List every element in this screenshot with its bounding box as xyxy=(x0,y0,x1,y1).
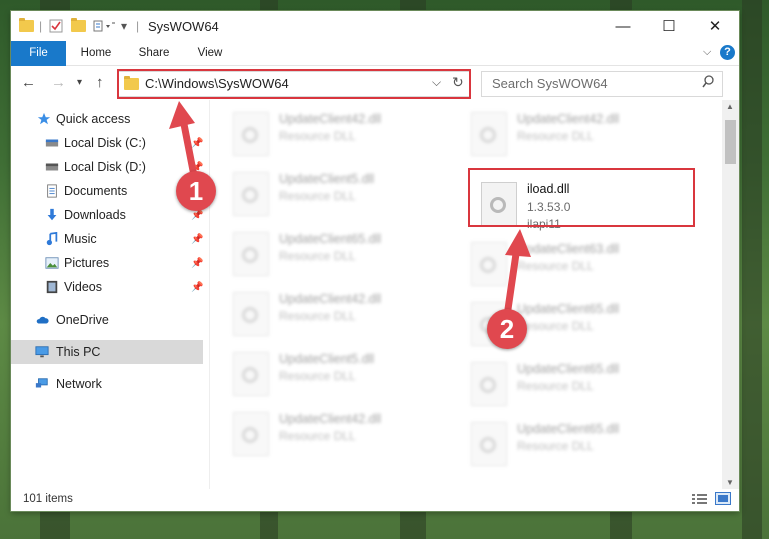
file-explorer-window: | ▾ | SysWOW64 — ☐ ✕ File Home Share Vie… xyxy=(11,11,739,511)
arrow-2-head xyxy=(505,229,531,257)
arrow-1-head xyxy=(169,101,195,129)
step-2-badge: 2 xyxy=(487,309,527,349)
annotation-arrows xyxy=(169,101,531,320)
step-1-badge: 1 xyxy=(176,171,216,211)
arrow-2-shaft xyxy=(503,243,521,320)
